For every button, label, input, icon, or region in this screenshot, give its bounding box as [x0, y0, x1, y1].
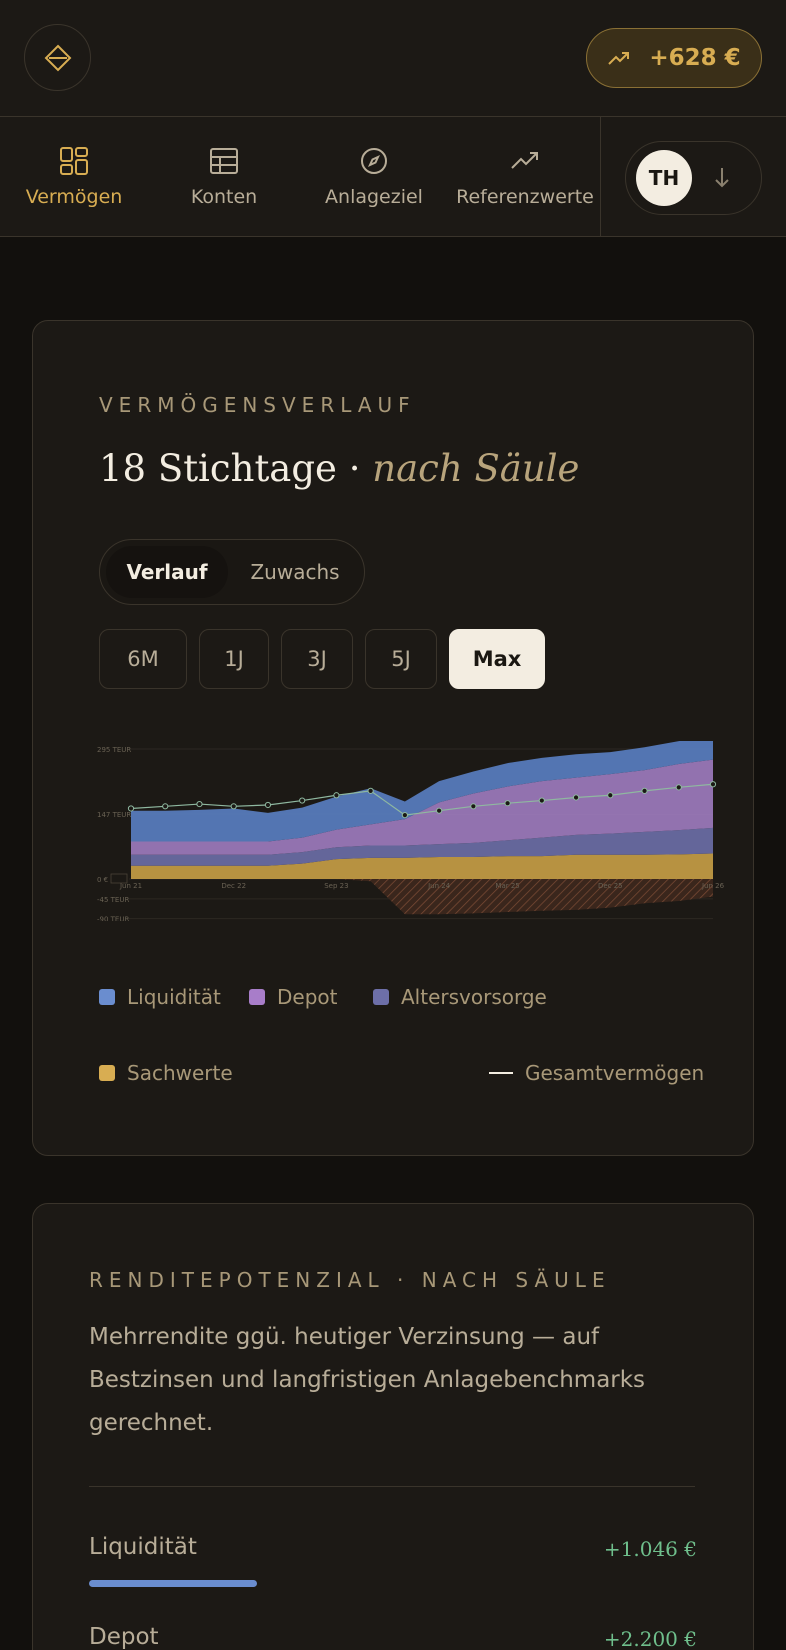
top-bar: +628 €: [0, 0, 786, 117]
trend-up-icon: [608, 52, 630, 65]
x-tick-label: Jun 26: [701, 882, 725, 890]
history-title: 18 Stichtage · nach Säule: [99, 447, 579, 490]
potential-eyebrow: RENDITEPOTENZIAL · NACH SÄULE: [89, 1268, 611, 1292]
x-tick-label: Jun 24: [427, 882, 451, 890]
y-tick-label: 295 TEUR: [97, 746, 131, 754]
legend-line-swatch: [489, 1072, 513, 1074]
nav-item-vermoegen[interactable]: Vermögen: [14, 117, 134, 237]
x-tick-label: Sep 23: [324, 882, 348, 890]
history-title-main: 18 Stichtage ·: [99, 447, 373, 490]
range-3j[interactable]: 3J: [281, 629, 353, 689]
nav-item-referenzwerte[interactable]: Referenzwerte: [454, 117, 596, 237]
avatar: TH: [636, 150, 692, 206]
nav-divider: [600, 117, 601, 237]
total-point[interactable]: [607, 792, 614, 799]
logo-icon: [44, 44, 71, 71]
legend-sachwerte[interactable]: Sachwerte: [99, 1061, 233, 1085]
area-negative: [131, 879, 713, 915]
nav-item-konten[interactable]: Konten: [164, 117, 284, 237]
x-tick-label: Dec 22: [221, 882, 246, 890]
x-tick-label: Jun 21: [119, 882, 142, 890]
y-tick-label: -90 TEUR: [97, 916, 129, 921]
potential-row-label: Depot: [89, 1624, 159, 1650]
total-point[interactable]: [367, 787, 374, 794]
total-point[interactable]: [572, 794, 580, 801]
history-card: VERMÖGENSVERLAUF 18 Stichtage · nach Säu…: [32, 320, 754, 1156]
total-point[interactable]: [641, 787, 648, 794]
potential-row-value: +2.200 €: [603, 1627, 697, 1650]
legend-gesamtvermoegen[interactable]: Gesamtvermögen: [489, 1061, 704, 1085]
compass-icon: [361, 148, 387, 174]
legend-label: Gesamtvermögen: [525, 1061, 705, 1085]
range-1j[interactable]: 1J: [199, 629, 269, 689]
table-icon: [210, 148, 238, 174]
toggle-zuwachs[interactable]: Zuwachs: [230, 546, 360, 598]
legend-swatch: [99, 1065, 115, 1081]
y-tick-label: -45 TEUR: [97, 896, 129, 904]
total-point[interactable]: [127, 805, 135, 812]
y-tick-label: 0 €: [97, 876, 108, 884]
user-menu[interactable]: TH: [625, 141, 762, 215]
total-point[interactable]: [470, 803, 477, 810]
legend-swatch: [249, 989, 265, 1005]
x-tick-label: Dec 25: [598, 882, 623, 890]
potential-row-value: +1.046 €: [603, 1537, 697, 1561]
nav-label: Referenzwerte: [456, 186, 594, 208]
range-6m[interactable]: 6M: [99, 629, 187, 689]
nav-item-anlageziel[interactable]: Anlageziel: [309, 117, 439, 237]
potential-description: Mehrrendite ggü. heutiger Verzinsung — a…: [89, 1324, 646, 1436]
total-point[interactable]: [162, 803, 169, 810]
total-point[interactable]: [504, 800, 511, 807]
trend-up-icon: [511, 152, 538, 169]
x-tick-label: Mar 25: [495, 882, 519, 890]
total-point[interactable]: [538, 797, 545, 804]
divider: [89, 1486, 695, 1487]
history-title-sub: nach Säule: [372, 447, 580, 490]
legend-altersvorsorge[interactable]: Altersvorsorge: [373, 985, 547, 1009]
gain-badge[interactable]: +628 €: [586, 28, 762, 88]
toggle-verlauf[interactable]: Verlauf: [106, 546, 228, 598]
grid-icon: [60, 147, 88, 175]
legend-label: Sachwerte: [127, 1061, 233, 1085]
y-tick-label: 147 TEUR: [97, 811, 131, 819]
nav-label: Konten: [190, 186, 258, 208]
legend-liquiditaet[interactable]: Liquidität: [99, 985, 221, 1009]
arrow-down-icon: [715, 168, 729, 188]
total-point[interactable]: [264, 801, 272, 809]
total-point[interactable]: [333, 792, 340, 799]
legend-label: Liquidität: [127, 985, 221, 1009]
total-point[interactable]: [299, 797, 306, 804]
total-point[interactable]: [675, 784, 682, 791]
gain-value: +628 €: [649, 45, 741, 71]
total-point[interactable]: [401, 812, 408, 819]
potential-row-label: Liquidität: [89, 1534, 197, 1560]
wealth-chart: 295 TEUR 147 TEUR 0 € -45 TEUR -90 TEUR Jun 2…: [97, 741, 725, 921]
potential-card: RENDITEPOTENZIAL · NACH SÄULE Mehrrendit…: [32, 1203, 754, 1650]
legend-swatch: [373, 989, 389, 1005]
legend-depot[interactable]: Depot: [249, 985, 337, 1009]
nav-label: Anlageziel: [325, 186, 423, 208]
nav-label: Vermögen: [25, 186, 123, 208]
total-point[interactable]: [230, 803, 237, 810]
legend-swatch: [99, 989, 115, 1005]
view-toggle: Verlauf Zuwachs: [99, 539, 365, 605]
total-point[interactable]: [709, 781, 717, 788]
logo-button[interactable]: [24, 24, 91, 91]
potential-row-bar: [89, 1580, 257, 1587]
total-point[interactable]: [436, 807, 443, 814]
legend-label: Altersvorsorge: [401, 985, 547, 1009]
legend-label: Depot: [277, 985, 338, 1009]
history-eyebrow: VERMÖGENSVERLAUF: [99, 393, 416, 417]
main-nav: Vermögen Konten Anlageziel Referenzwerte…: [0, 117, 786, 237]
range-max[interactable]: Max: [449, 629, 545, 689]
range-5j[interactable]: 5J: [365, 629, 437, 689]
total-point[interactable]: [196, 800, 203, 808]
